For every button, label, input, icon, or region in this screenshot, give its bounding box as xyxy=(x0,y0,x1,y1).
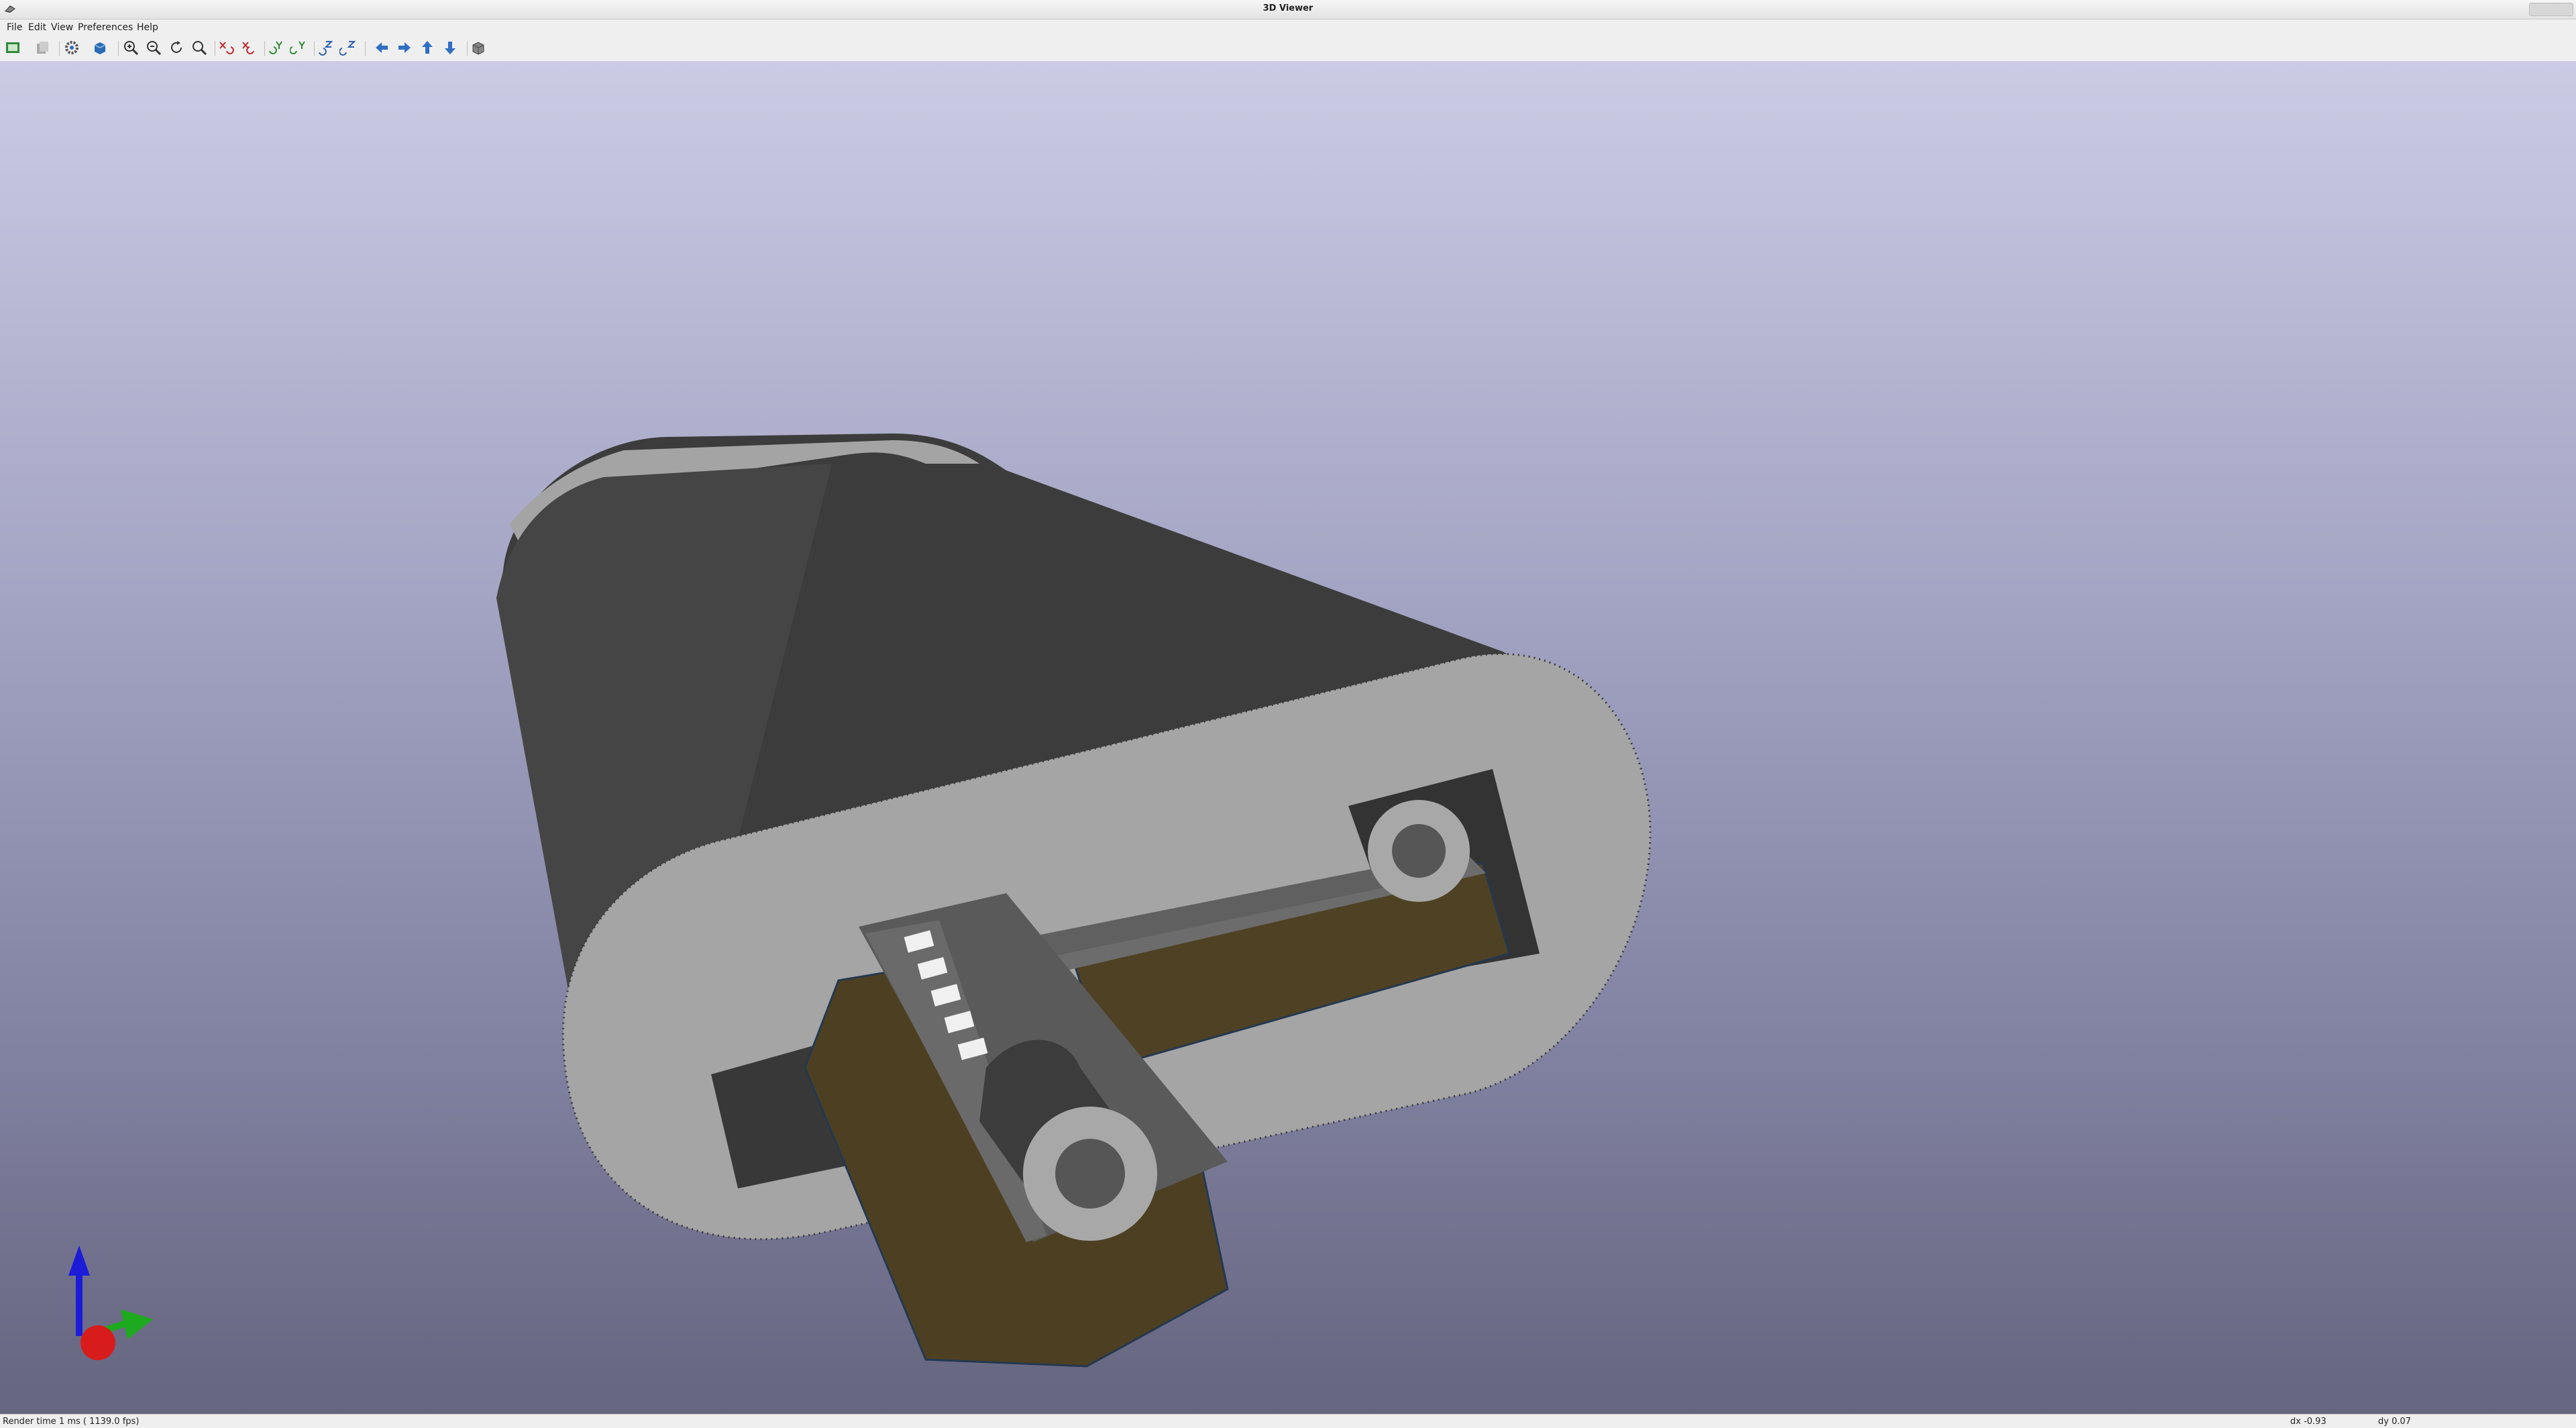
menu-view[interactable]: View xyxy=(48,22,76,33)
window-title: 3D Viewer xyxy=(1263,3,1313,13)
status-bar: Render time 1 ms ( 1139.0 fps) dx -0.93 … xyxy=(0,1414,2576,1428)
pan-left-icon[interactable] xyxy=(373,39,390,56)
ortho-toggle-icon[interactable] xyxy=(470,39,487,56)
menu-bar: File Edit View Preferences Help xyxy=(0,19,2576,36)
menu-help[interactable]: Help xyxy=(134,22,161,33)
menu-edit[interactable]: Edit xyxy=(25,22,49,33)
export-image-icon[interactable] xyxy=(4,39,21,56)
menu-preferences[interactable]: Preferences xyxy=(75,22,136,33)
toolbar xyxy=(0,36,2576,62)
title-bar: 3D Viewer xyxy=(0,0,2576,19)
dy-readout: dy 0.07 xyxy=(2378,1417,2412,1427)
menu-file[interactable]: File xyxy=(4,22,25,33)
rotate-y-ccw-icon[interactable] xyxy=(290,39,307,56)
axis-gizmo xyxy=(68,1245,153,1360)
rotate-z-cw-icon[interactable] xyxy=(317,39,334,56)
pan-up-icon[interactable] xyxy=(419,39,436,56)
dx-readout: dx -0.93 xyxy=(2290,1417,2326,1427)
rotate-z-ccw-icon[interactable] xyxy=(339,39,357,56)
render-settings-icon[interactable] xyxy=(63,39,80,56)
y-axis-arrow xyxy=(121,1309,153,1339)
copy-image-icon[interactable] xyxy=(34,39,51,56)
zoom-fit-icon[interactable] xyxy=(191,39,208,56)
z-axis-arrow xyxy=(68,1245,90,1276)
pan-right-icon[interactable] xyxy=(396,39,413,56)
3d-viewport[interactable] xyxy=(0,61,2576,1414)
rotate-x-cw-icon[interactable] xyxy=(217,39,235,56)
x-axis-ball xyxy=(80,1325,115,1360)
enclosure-model xyxy=(496,434,1652,1368)
zoom-in-icon[interactable] xyxy=(122,39,140,56)
zoom-out-icon[interactable] xyxy=(145,39,162,56)
redraw-icon[interactable] xyxy=(168,39,185,56)
render-mode-icon[interactable] xyxy=(91,39,109,56)
rotate-x-ccw-icon[interactable] xyxy=(240,39,258,56)
rotate-y-cw-icon[interactable] xyxy=(267,39,284,56)
pan-down-icon[interactable] xyxy=(441,39,459,56)
render-time: Render time 1 ms ( 1139.0 fps) xyxy=(3,1417,140,1427)
window-controls[interactable] xyxy=(2529,3,2573,16)
